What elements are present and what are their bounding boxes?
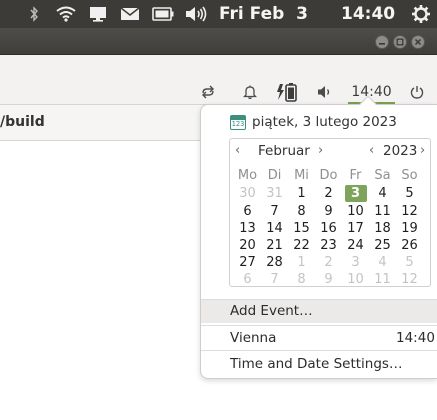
calendar-day[interactable]: 18 xyxy=(372,220,394,237)
gear-icon[interactable] xyxy=(409,0,433,28)
mail-icon[interactable] xyxy=(118,0,142,28)
calendar-day[interactable]: 6 xyxy=(237,271,259,288)
add-event-label[interactable]: Add Event… xyxy=(230,301,313,321)
calendar-day[interactable]: 17 xyxy=(345,220,367,237)
calendar-day[interactable]: 9 xyxy=(318,271,340,288)
calendar-day[interactable]: 10 xyxy=(345,271,367,288)
calendar-day[interactable]: 22 xyxy=(291,237,313,254)
close-button[interactable] xyxy=(411,35,425,49)
year-label: 2023 xyxy=(383,143,418,159)
calendar-day[interactable]: 14 xyxy=(264,220,286,237)
monitor-icon[interactable] xyxy=(86,0,110,28)
calendar-day[interactable]: 20 xyxy=(237,237,259,254)
calendar-day[interactable]: 24 xyxy=(345,237,367,254)
calendar-day[interactable]: 3 xyxy=(345,254,367,271)
sync-icon[interactable] xyxy=(198,80,218,104)
calendar-day[interactable]: 13 xyxy=(237,220,259,237)
calendar-day[interactable]: 15 xyxy=(291,220,313,237)
calendar-day-today[interactable]: 3 xyxy=(344,185,367,202)
bluetooth-icon[interactable] xyxy=(24,0,44,28)
battery-charging-icon[interactable] xyxy=(275,80,299,104)
calendar-day[interactable]: 27 xyxy=(237,254,259,271)
bell-icon[interactable] xyxy=(240,80,260,104)
time-date-settings-item[interactable]: Time and Date Settings… xyxy=(230,354,402,374)
calendar-day[interactable]: 2 xyxy=(318,185,340,202)
date-header: 123 piątek, 3 lutego 2023 xyxy=(230,112,397,132)
calendar-day[interactable]: 7 xyxy=(264,203,286,220)
battery-icon[interactable] xyxy=(150,0,176,28)
calendar-day[interactable]: 6 xyxy=(237,203,259,220)
calendar-day[interactable]: 11 xyxy=(372,203,394,220)
calendar-day[interactable]: 1 xyxy=(291,254,313,271)
calendar-day[interactable]: 31 xyxy=(264,185,286,202)
calendar-day[interactable]: 10 xyxy=(345,203,367,220)
weekday-label: So xyxy=(401,168,418,183)
prev-month-button[interactable]: ‹ xyxy=(235,141,240,161)
calendar-day[interactable]: 19 xyxy=(399,220,421,237)
menu-separator xyxy=(201,350,437,351)
wifi-icon[interactable] xyxy=(54,0,78,28)
weekday-label: Mo xyxy=(237,168,258,183)
top-panel: Fri Feb 3 14:40 xyxy=(0,0,437,28)
minimize-button[interactable] xyxy=(375,35,389,49)
menu-separator xyxy=(201,325,437,326)
calendar-day[interactable]: 4 xyxy=(372,185,394,202)
month-label: Februar xyxy=(258,143,310,159)
next-month-button[interactable]: › xyxy=(318,141,323,161)
calendar-day[interactable]: 9 xyxy=(318,203,340,220)
calendar-day[interactable]: 5 xyxy=(399,254,421,271)
calendar-day[interactable]: 8 xyxy=(291,203,313,220)
calendar-day[interactable]: 23 xyxy=(318,237,340,254)
calendar-day[interactable]: 12 xyxy=(399,271,421,288)
calendar-day[interactable]: 25 xyxy=(372,237,394,254)
calendar-day[interactable]: 7 xyxy=(264,271,286,288)
weekday-label: Fr xyxy=(349,168,362,183)
calendar-day[interactable]: 1 xyxy=(291,185,313,202)
calendar-icon: 123 xyxy=(230,114,246,130)
calendar-day[interactable]: 2 xyxy=(318,254,340,271)
power-icon[interactable] xyxy=(407,80,427,104)
weekday-label: Di xyxy=(267,168,282,183)
maximize-button[interactable] xyxy=(393,35,407,49)
weekday-label: Sa xyxy=(374,168,391,183)
calendar-day[interactable]: 30 xyxy=(237,185,259,202)
calendar-day[interactable]: 5 xyxy=(399,185,421,202)
calendar-day[interactable]: 12 xyxy=(399,203,421,220)
date-header-label: piątek, 3 lutego 2023 xyxy=(252,114,397,130)
calendar-day[interactable]: 4 xyxy=(372,254,394,271)
panel-time[interactable]: 14:40 xyxy=(341,0,395,28)
panel-date[interactable]: Fri Feb 3 xyxy=(219,0,308,28)
weekday-label: Mi xyxy=(294,168,309,183)
location-time: 14:40 xyxy=(396,330,435,346)
prev-year-button[interactable]: ‹ xyxy=(369,141,374,161)
volume-icon[interactable] xyxy=(184,0,208,28)
path-label[interactable]: /build xyxy=(0,105,45,140)
calendar-day[interactable]: 16 xyxy=(318,220,340,237)
calendar-day[interactable]: 28 xyxy=(264,254,286,271)
calendar-day[interactable]: 8 xyxy=(291,271,313,288)
location-label[interactable]: Vienna xyxy=(230,328,276,348)
calendar-day[interactable]: 26 xyxy=(399,237,421,254)
next-year-button[interactable]: › xyxy=(420,141,425,161)
volume-icon[interactable] xyxy=(315,80,335,104)
calendar-day[interactable]: 11 xyxy=(372,271,394,288)
window-toolbar: 14:40 xyxy=(0,55,437,105)
calendar-day[interactable]: 21 xyxy=(264,237,286,254)
weekday-label: Do xyxy=(319,168,338,183)
window-titlebar xyxy=(0,28,437,55)
